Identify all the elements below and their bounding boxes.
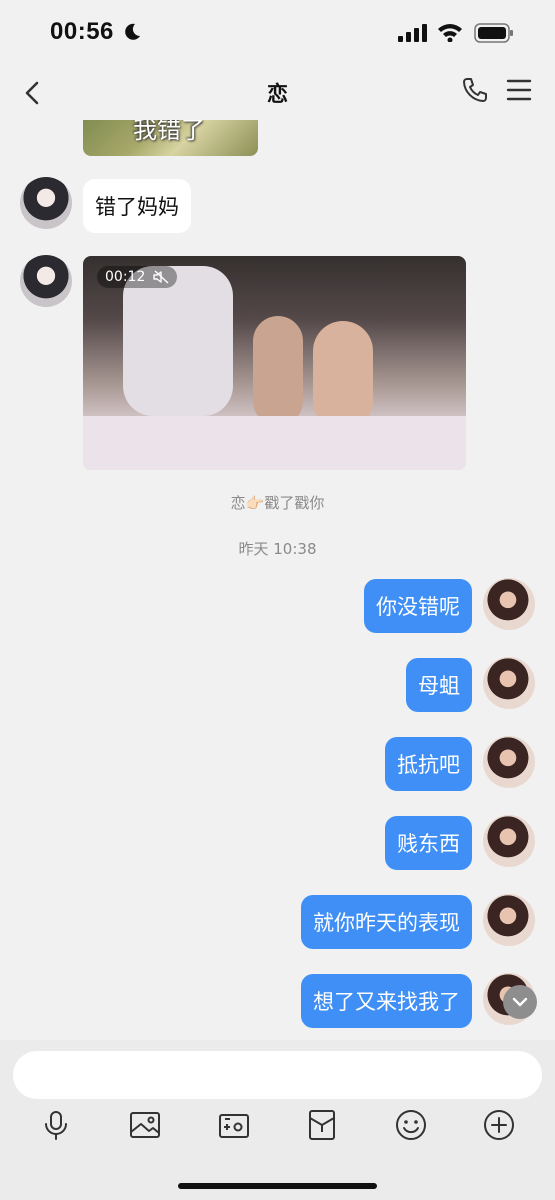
input-bar xyxy=(0,1040,555,1200)
sticker-image[interactable]: 我错了 xyxy=(83,120,258,156)
message-input[interactable] xyxy=(13,1051,542,1099)
outgoing-message[interactable]: 母蛆 xyxy=(406,658,472,712)
moon-icon xyxy=(125,23,140,40)
chevron-down-icon xyxy=(512,997,528,1007)
outgoing-message[interactable]: 想了又来找我了 xyxy=(301,974,472,1028)
image-icon[interactable] xyxy=(128,1108,162,1142)
contact-avatar[interactable] xyxy=(20,177,72,229)
wifi-icon xyxy=(438,24,462,42)
my-avatar[interactable] xyxy=(483,657,535,709)
muted-speaker-icon xyxy=(153,270,169,284)
chat-message-list[interactable]: 我错了 错了妈妈 00:12 恋👉🏻戳了戳你 昨天 10:38 你没错呢 母蛆 … xyxy=(0,120,555,1040)
camera-icon[interactable] xyxy=(217,1108,251,1142)
home-indicator xyxy=(178,1183,377,1189)
sticker-text: 我错了 xyxy=(133,120,205,144)
poke-notice: 恋👉🏻戳了戳你 xyxy=(230,494,325,512)
outgoing-message[interactable]: 抵抗吧 xyxy=(385,737,472,791)
microphone-icon[interactable] xyxy=(39,1108,73,1142)
video-message[interactable]: 00:12 xyxy=(83,256,466,470)
video-duration: 00:12 xyxy=(105,269,146,285)
my-avatar[interactable] xyxy=(483,894,535,946)
emoji-icon[interactable] xyxy=(394,1108,428,1142)
incoming-message[interactable]: 错了妈妈 xyxy=(83,179,191,233)
red-packet-icon[interactable] xyxy=(305,1108,339,1142)
outgoing-message[interactable]: 就你昨天的表现 xyxy=(301,895,472,949)
battery-icon xyxy=(474,23,513,43)
my-avatar[interactable] xyxy=(483,815,535,867)
nav-bar: 恋 xyxy=(0,66,555,120)
my-avatar[interactable] xyxy=(483,578,535,630)
contact-avatar[interactable] xyxy=(20,255,72,307)
phone-call-icon[interactable] xyxy=(461,76,489,104)
status-bar: 00:56 xyxy=(0,0,555,66)
menu-icon[interactable] xyxy=(506,78,532,102)
video-duration-badge: 00:12 xyxy=(97,266,178,288)
plus-icon[interactable] xyxy=(482,1108,516,1142)
status-time: 00:56 xyxy=(50,18,114,45)
outgoing-message[interactable]: 你没错呢 xyxy=(364,579,472,633)
my-avatar[interactable] xyxy=(483,736,535,788)
scroll-to-bottom-button[interactable] xyxy=(503,985,537,1019)
outgoing-message[interactable]: 贱东西 xyxy=(385,816,472,870)
signal-icon xyxy=(398,24,427,42)
message-timestamp: 昨天 10:38 xyxy=(238,540,317,558)
